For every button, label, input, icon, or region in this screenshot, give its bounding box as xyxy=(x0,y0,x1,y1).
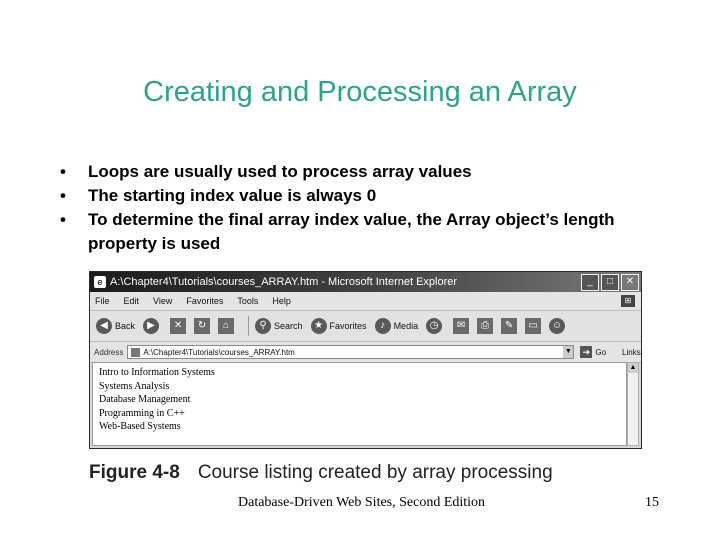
stop-icon: ✕ xyxy=(170,318,187,334)
messenger-icon: ☺ xyxy=(549,318,566,334)
history-icon: ◷ xyxy=(426,318,443,334)
page-number: 15 xyxy=(645,495,659,510)
favorites-label: Favorites xyxy=(329,321,367,331)
media-icon: ♪ xyxy=(374,318,391,334)
bullet-item: • To determine the final array index valu… xyxy=(58,208,678,256)
bullet-text: To determine the final array index value… xyxy=(88,210,615,253)
toolbar-separator xyxy=(248,316,250,336)
windows-flag-icon: ⊞ xyxy=(621,295,635,307)
mail-button[interactable]: ✉ xyxy=(453,318,470,334)
favorites-button[interactable]: ★ Favorites xyxy=(310,318,367,334)
back-button[interactable]: ◀ Back xyxy=(96,318,135,334)
menu-bar: File Edit View Favorites Tools Help ⊞ xyxy=(90,292,641,311)
browser-toolbar: ◀ Back ▶ ✕ ↻ ⌂ ⚲ Search ★ Favorites ♪ Media … xyxy=(90,311,641,342)
refresh-icon: ↻ xyxy=(194,318,211,334)
favorites-star-icon: ★ xyxy=(310,318,327,334)
browser-titlebar: e A:\Chapter4\Tutorials\courses_ARRAY.ht… xyxy=(90,272,641,292)
bullet-marker: • xyxy=(60,210,66,229)
list-item: Web-Based Systems xyxy=(99,421,181,432)
forward-button[interactable]: ▶ xyxy=(143,318,162,334)
footer-text: Database-Driven Web Sites, Second Editio… xyxy=(238,495,486,510)
address-bar: Address A:\Chapter4\Tutorials\courses_AR… xyxy=(90,342,641,363)
refresh-button[interactable]: ↻ xyxy=(194,318,211,334)
print-button[interactable]: ⎙ xyxy=(477,318,494,334)
list-item: Systems Analysis xyxy=(99,380,170,392)
discuss-button[interactable]: ▭ xyxy=(525,318,542,334)
links-button[interactable]: Links xyxy=(622,348,641,357)
list-item: Programming in C++ xyxy=(99,407,185,419)
address-input[interactable]: A:\Chapter4\Tutorials\courses_ARRAY.htm … xyxy=(127,345,575,359)
mail-icon: ✉ xyxy=(453,318,470,334)
forward-arrow-icon: ▶ xyxy=(143,318,160,334)
menu-file[interactable]: File xyxy=(95,296,110,306)
menu-edit[interactable]: Edit xyxy=(124,296,140,306)
bullet-marker: • xyxy=(60,162,66,181)
chevron-down-icon[interactable]: ▼ xyxy=(563,346,574,358)
edit-icon: ✎ xyxy=(501,318,518,334)
search-button[interactable]: ⚲ Search xyxy=(255,318,303,334)
back-arrow-icon: ◀ xyxy=(96,318,112,334)
discuss-icon: ▭ xyxy=(525,318,542,334)
course-list: Intro to Information Systems Systems Ana… xyxy=(93,363,626,434)
bullet-item: • Loops are usually used to process array… xyxy=(58,160,678,184)
search-icon: ⚲ xyxy=(255,318,272,334)
home-icon: ⌂ xyxy=(218,318,235,334)
maximize-icon[interactable]: □ xyxy=(601,273,619,291)
stop-button[interactable]: ✕ xyxy=(170,318,187,334)
back-label: Back xyxy=(115,321,136,331)
history-button[interactable]: ◷ xyxy=(426,318,445,334)
slide-title: Creating and Processing an Array xyxy=(143,76,577,108)
bullet-text: The starting index value is always 0 xyxy=(88,186,377,205)
menu-help[interactable]: Help xyxy=(272,296,291,306)
minimize-icon[interactable]: _ xyxy=(581,273,599,291)
menu-tools[interactable]: Tools xyxy=(237,296,258,306)
search-label: Search xyxy=(274,321,303,331)
go-button[interactable]: ➔ Go xyxy=(580,346,606,358)
home-button[interactable]: ⌂ xyxy=(218,318,235,334)
vertical-scrollbar[interactable]: ▲ xyxy=(627,362,639,446)
media-button[interactable]: ♪ Media xyxy=(374,318,419,334)
go-arrow-icon: ➔ xyxy=(580,346,593,358)
figure-number: Figure 4-8 xyxy=(89,462,180,483)
bullet-list: • Loops are usually used to process array… xyxy=(58,160,678,256)
page-icon xyxy=(131,347,141,357)
page-content: Intro to Information Systems Systems Ana… xyxy=(92,362,627,446)
close-icon[interactable]: ✕ xyxy=(621,273,639,291)
ie-logo-icon: e xyxy=(94,276,106,288)
media-label: Media xyxy=(393,321,419,331)
messenger-button[interactable]: ☺ xyxy=(549,318,568,334)
edit-button[interactable]: ✎ xyxy=(501,318,518,334)
address-label: Address xyxy=(94,347,124,357)
bullet-marker: • xyxy=(60,186,66,205)
bullet-item: • The starting index value is always 0 xyxy=(58,184,678,208)
go-label: Go xyxy=(595,347,607,357)
figure-caption: Figure 4-8 Course listing created by arr… xyxy=(89,462,553,484)
address-value: A:\Chapter4\Tutorials\courses_ARRAY.htm xyxy=(143,347,295,357)
browser-screenshot: e A:\Chapter4\Tutorials\courses_ARRAY.ht… xyxy=(89,271,642,449)
menu-view[interactable]: View xyxy=(153,296,172,306)
list-item: Intro to Information Systems xyxy=(99,367,215,378)
menu-favorites[interactable]: Favorites xyxy=(186,296,223,306)
bullet-text: Loops are usually used to process array … xyxy=(88,162,472,181)
print-icon: ⎙ xyxy=(477,318,494,334)
scroll-up-icon[interactable]: ▲ xyxy=(628,363,638,373)
browser-title: A:\Chapter4\Tutorials\courses_ARRAY.htm … xyxy=(110,276,458,288)
figure-caption-text: Course listing created by array processi… xyxy=(197,462,553,483)
list-item: Database Management xyxy=(99,394,191,405)
